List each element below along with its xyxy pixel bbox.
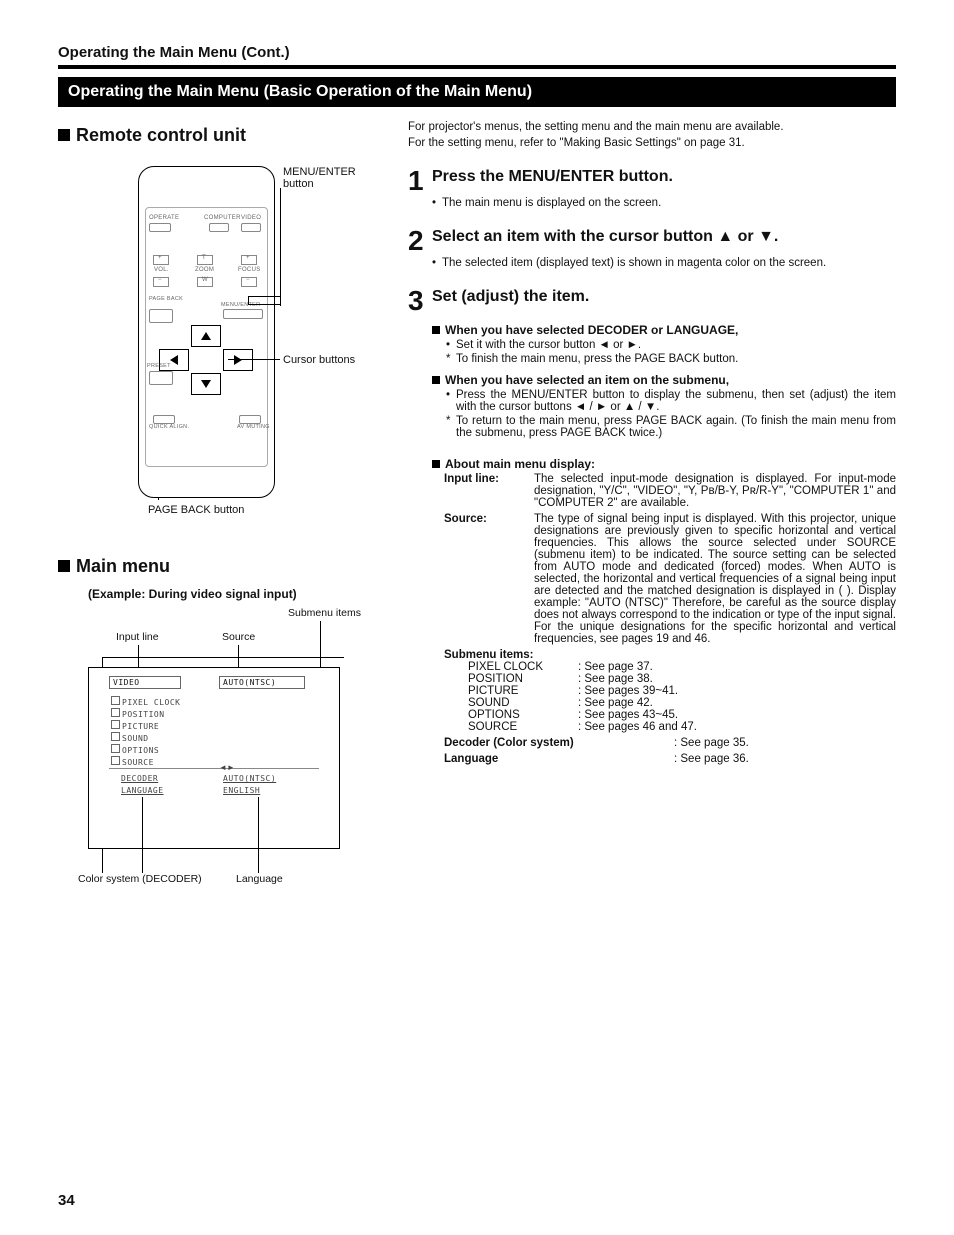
- step-3-sub1-heading: When you have selected DECODER or LANGUA…: [445, 323, 738, 337]
- preset-label: PRESET: [147, 363, 171, 369]
- computer-label: COMPUTER: [204, 215, 241, 221]
- operate-label: OPERATE: [149, 215, 179, 221]
- menu-enter-label: MENU/ENTER: [221, 302, 260, 308]
- step-number-3: 3: [408, 287, 432, 315]
- menu-video-cell: VIDEO: [109, 676, 181, 689]
- input-line-text: The selected input-mode designation is d…: [534, 473, 896, 509]
- quick-align-label: QUICK ALIGN.: [149, 425, 189, 431]
- step-1-bullet: The main menu is displayed on the screen…: [432, 197, 896, 209]
- decoder-label: Decoder (Color system): [444, 737, 674, 749]
- menu-decoder-value: AUTO(NTSC): [223, 774, 276, 783]
- label-language: Language: [236, 873, 283, 885]
- about-main-menu-display: About main menu display: Input line: The…: [408, 457, 896, 765]
- page-number: 34: [58, 1192, 75, 1209]
- step-2: 2 Select an item with the cursor button …: [408, 227, 896, 269]
- callout-menu-enter: MENU/ENTER button: [283, 166, 363, 190]
- section-title-bar: Operating the Main Menu (Basic Operation…: [58, 77, 896, 107]
- step-1-title: Press the MENU/ENTER button.: [432, 167, 896, 186]
- menu-auto-ntsc-cell: AUTO(NTSC): [219, 676, 305, 689]
- step-2-title: Select an item with the cursor button ▲ …: [432, 227, 896, 246]
- vol-label: VOL.: [154, 267, 169, 273]
- cursor-down-icon: [191, 373, 221, 395]
- language-value: : See page 36.: [674, 753, 749, 765]
- page-back-label: PAGE BACK: [149, 297, 183, 303]
- source-text: The type of signal being input is displa…: [534, 513, 896, 645]
- step-number-1: 1: [408, 167, 432, 195]
- menu-language-label: LANGUAGE: [121, 786, 164, 795]
- square-bullet-icon: [58, 560, 70, 572]
- cursor-right-icon: [223, 349, 253, 371]
- heading-text: Remote control unit: [76, 125, 246, 145]
- step-2-bullet: The selected item (displayed text) is sh…: [432, 257, 896, 269]
- square-bullet-icon: [58, 129, 70, 141]
- intro-text: For projector's menus, the setting menu …: [408, 121, 896, 149]
- main-menu-example: (Example: During video signal input): [88, 587, 388, 601]
- step-3-sub2-bullet: Press the MENU/ENTER button to display t…: [446, 389, 896, 413]
- about-heading: About main menu display:: [445, 457, 595, 471]
- step-3-sub2-heading: When you have selected an item on the su…: [445, 373, 729, 387]
- av-muting-label: AV MUTING: [237, 425, 270, 431]
- main-menu-heading: Main menu: [58, 556, 388, 577]
- submenu-items-label: Submenu items:: [444, 649, 896, 661]
- callout-cursor: Cursor buttons: [283, 354, 355, 366]
- page-header: Operating the Main Menu (Cont.): [58, 44, 896, 69]
- step-3-sub1-bullet: Set it with the cursor button ◄ or ►.: [446, 339, 896, 351]
- remote-diagram: OPERATE COMPUTER VIDEO + VOL. − T ZOOM W…: [58, 156, 368, 516]
- decoder-value: : See page 35.: [674, 737, 749, 749]
- language-label: Language: [444, 753, 674, 765]
- zoom-label: ZOOM: [195, 267, 214, 273]
- main-menu-diagram: Submenu items Input line Source VIDEO AU…: [58, 607, 368, 907]
- label-source: Source: [222, 631, 255, 643]
- label-input-line: Input line: [116, 631, 159, 643]
- input-line-label: Input line:: [432, 473, 534, 509]
- cursor-up-icon: [191, 325, 221, 347]
- source-label: Source:: [432, 513, 534, 645]
- submenu-items-list: PIXEL CLOCK: See page 37. POSITION: See …: [468, 661, 896, 733]
- callout-pageback: PAGE BACK button: [148, 504, 244, 516]
- step-1: 1 Press the MENU/ENTER button. The main …: [408, 167, 896, 209]
- step-3-sub1-star: To finish the main menu, press the PAGE …: [446, 353, 896, 365]
- step-3: 3 Set (adjust) the item. When you have s…: [408, 287, 896, 439]
- remote-control-heading: Remote control unit: [58, 125, 388, 146]
- step-3-sub2-star: To return to the main menu, press PAGE B…: [446, 415, 896, 439]
- video-label: VIDEO: [241, 215, 261, 221]
- focus-label: FOCUS: [238, 267, 261, 273]
- heading-text: Main menu: [76, 556, 170, 576]
- label-submenu-items: Submenu items: [288, 607, 361, 619]
- label-color-system: Color system (DECODER): [78, 873, 202, 885]
- menu-decoder-label: DECODER: [121, 774, 158, 783]
- step-number-2: 2: [408, 227, 432, 255]
- step-3-title: Set (adjust) the item.: [432, 287, 896, 306]
- menu-language-value: ENGLISH: [223, 786, 260, 795]
